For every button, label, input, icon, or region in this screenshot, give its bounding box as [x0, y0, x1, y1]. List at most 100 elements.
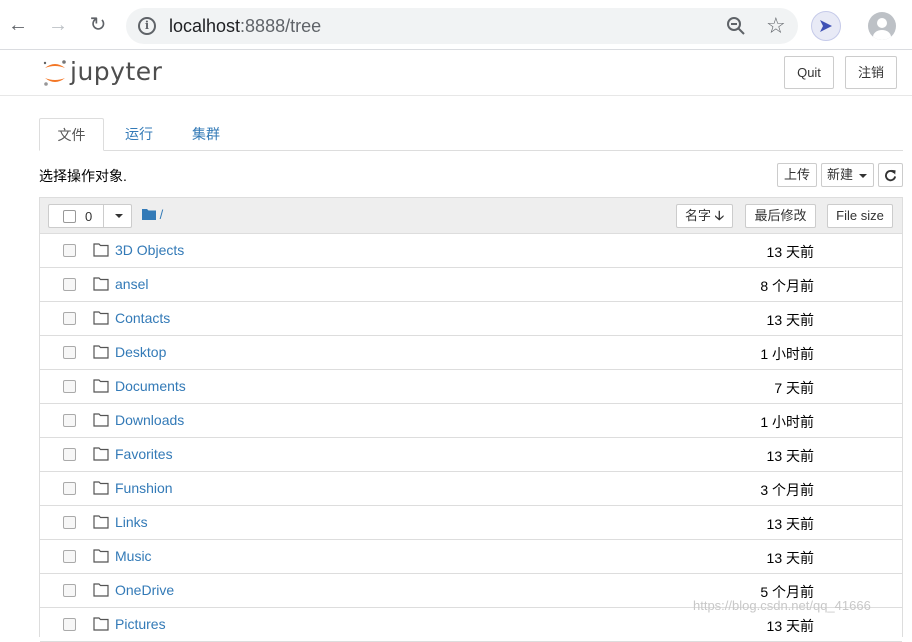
folder-icon	[93, 345, 109, 359]
file-name-link[interactable]: Pictures	[115, 616, 166, 632]
site-info-icon[interactable]: i	[138, 17, 156, 35]
address-url[interactable]: localhost:8888/tree	[169, 16, 321, 37]
file-modified-time: 13 天前	[766, 550, 814, 566]
row-checkbox[interactable]	[63, 618, 76, 631]
file-row[interactable]: 3D Objects 13 天前	[40, 234, 902, 268]
tab-clusters[interactable]: 集群	[176, 118, 236, 151]
file-modified-time: 7 天前	[774, 380, 814, 396]
forward-icon[interactable]: →	[46, 13, 70, 37]
folder-icon	[93, 515, 109, 529]
back-icon[interactable]: ←	[6, 13, 30, 37]
profile-avatar-icon[interactable]	[868, 12, 896, 40]
folder-icon	[93, 413, 109, 427]
folder-icon	[93, 549, 109, 563]
sort-name-label: 名字	[685, 208, 712, 223]
file-modified-time: 13 天前	[766, 516, 814, 532]
caret-down-icon	[115, 214, 123, 218]
file-row[interactable]: Downloads 1 小时前	[40, 404, 902, 438]
file-modified-time: 13 天前	[766, 618, 814, 634]
jupyter-logo-icon	[43, 60, 66, 86]
file-row[interactable]: Funshion 3 个月前	[40, 472, 902, 506]
new-dropdown-button[interactable]: 新建	[821, 163, 874, 187]
file-name-link[interactable]: OneDrive	[115, 582, 174, 598]
row-checkbox[interactable]	[63, 346, 76, 359]
jupyter-logo[interactable]: jupyter	[42, 57, 172, 89]
logout-button[interactable]: 注销	[845, 56, 897, 89]
extension-icon[interactable]	[811, 11, 841, 41]
breadcrumb[interactable]: /	[142, 207, 163, 222]
arrow-down-icon: 🡣	[714, 208, 724, 223]
select-all-checkbox[interactable]	[63, 210, 76, 223]
file-row[interactable]: ansel 8 个月前	[40, 268, 902, 302]
breadcrumb-root[interactable]: /	[160, 207, 164, 222]
file-name-link[interactable]: Links	[115, 514, 148, 530]
file-list-header: 0 / 名字 🡣 最后修改 File size	[40, 198, 902, 234]
file-row[interactable]: Pictures 13 天前	[40, 608, 902, 642]
folder-icon	[93, 617, 109, 631]
row-checkbox[interactable]	[63, 482, 76, 495]
reload-icon[interactable]: ↻	[86, 13, 110, 37]
zoom-icon[interactable]	[726, 16, 746, 36]
sort-by-modified-button[interactable]: 最后修改	[745, 204, 816, 228]
file-name-link[interactable]: 3D Objects	[115, 242, 184, 258]
row-checkbox[interactable]	[63, 278, 76, 291]
folder-icon	[93, 277, 109, 291]
file-row[interactable]: Favorites 13 天前	[40, 438, 902, 472]
file-row[interactable]: Music 13 天前	[40, 540, 902, 574]
tab-bar: 文件 运行 集群	[39, 118, 903, 151]
file-modified-time: 1 小时前	[760, 346, 814, 362]
file-modified-time: 13 天前	[766, 312, 814, 328]
row-checkbox[interactable]	[63, 244, 76, 257]
file-modified-time: 13 天前	[766, 244, 814, 260]
file-row[interactable]: Documents 7 天前	[40, 370, 902, 404]
refresh-button[interactable]	[878, 163, 903, 187]
file-name-link[interactable]: Downloads	[115, 412, 184, 428]
refresh-icon	[885, 169, 897, 182]
file-name-link[interactable]: ansel	[115, 276, 148, 292]
jupyter-header: jupyter Quit 注销	[0, 50, 912, 96]
file-row[interactable]: Links 13 天前	[40, 506, 902, 540]
sort-by-name-button[interactable]: 名字 🡣	[676, 204, 733, 228]
file-name-link[interactable]: Desktop	[115, 344, 166, 360]
tab-files[interactable]: 文件	[39, 118, 104, 151]
sort-by-size-button[interactable]: File size	[827, 204, 893, 228]
file-name-link[interactable]: Contacts	[115, 310, 170, 326]
browser-toolbar: ← → ↻ i localhost:8888/tree ☆	[0, 0, 912, 50]
folder-open-icon	[142, 209, 156, 220]
new-button-label: 新建	[827, 167, 854, 182]
address-bar[interactable]: i localhost:8888/tree ☆	[126, 8, 798, 44]
row-checkbox[interactable]	[63, 414, 76, 427]
file-name-link[interactable]: Documents	[115, 378, 186, 394]
select-instruction: 选择操作对象.	[39, 168, 127, 184]
row-checkbox[interactable]	[63, 516, 76, 529]
selected-count: 0	[85, 209, 93, 224]
row-checkbox[interactable]	[63, 584, 76, 597]
quit-button[interactable]: Quit	[784, 56, 834, 89]
row-checkbox[interactable]	[63, 448, 76, 461]
file-name-link[interactable]: Music	[115, 548, 152, 564]
folder-icon	[93, 583, 109, 597]
file-modified-time: 3 个月前	[760, 482, 814, 498]
folder-icon	[93, 379, 109, 393]
select-dropdown-button[interactable]	[103, 204, 133, 228]
bookmark-star-icon[interactable]: ☆	[766, 13, 786, 39]
tab-running[interactable]: 运行	[109, 118, 169, 151]
row-checkbox[interactable]	[63, 312, 76, 325]
file-row[interactable]: Desktop 1 小时前	[40, 336, 902, 370]
file-name-link[interactable]: Favorites	[115, 446, 173, 462]
file-modified-time: 13 天前	[766, 448, 814, 464]
watermark: https://blog.csdn.net/qq_41666	[693, 598, 871, 613]
file-row[interactable]: Contacts 13 天前	[40, 302, 902, 336]
row-checkbox[interactable]	[63, 380, 76, 393]
file-name-link[interactable]: Funshion	[115, 480, 173, 496]
folder-icon	[93, 243, 109, 257]
jupyter-logo-text: jupyter	[70, 57, 163, 86]
upload-button[interactable]: 上传	[777, 163, 817, 187]
folder-icon	[93, 311, 109, 325]
file-modified-time: 8 个月前	[760, 278, 814, 294]
select-all-group[interactable]: 0	[48, 204, 132, 228]
file-modified-time: 1 小时前	[760, 414, 814, 430]
folder-icon	[93, 481, 109, 495]
row-checkbox[interactable]	[63, 550, 76, 563]
folder-icon	[93, 447, 109, 461]
